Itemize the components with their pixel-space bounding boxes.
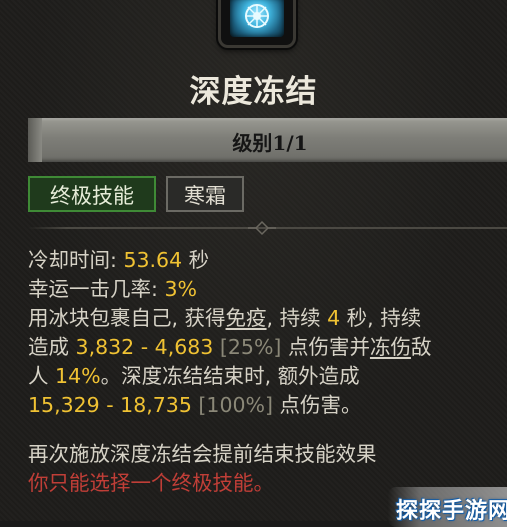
damage-range-2: 15,329 - 18,735 — [28, 393, 192, 417]
bonus-value: 14% — [55, 364, 101, 388]
lucky-hit-line: 幸运一击几率: 3% — [28, 277, 197, 301]
damage-percent-1: [25%] — [213, 335, 282, 359]
lucky-hit-value: 3% — [164, 277, 197, 301]
description-line-3: 人 14%。深度冻结结束时, 额外造成 — [28, 364, 360, 388]
description-line-1: 用冰块包裹自己, 获得免疫, 持续 4 秒, 持续 — [28, 306, 422, 330]
duration-value: 4 — [327, 306, 341, 330]
skill-icon-frame — [218, 0, 296, 48]
recast-note: 再次施放深度冻结会提前结束技能效果 — [28, 442, 377, 466]
watermark: 探探手游网 — [388, 487, 507, 527]
divider-ornament-icon — [248, 220, 276, 236]
rank-bar: 级别1/1 — [28, 118, 507, 162]
damage-range-1: 3,832 - 4,683 — [75, 335, 214, 359]
description-line-4: 15,329 - 18,735 [100%] 点伤害。 — [28, 393, 362, 417]
description-line-2: 造成 3,832 - 4,683 [25%] 点伤害并冻伤敌 — [28, 335, 432, 359]
tag-frost: 寒霜 — [166, 176, 244, 212]
keyword-immune[interactable]: 免疫 — [226, 306, 267, 330]
damage-percent-2: [100%] — [191, 393, 274, 417]
tag-ultimate: 终极技能 — [28, 176, 156, 212]
skill-description: 冷却时间: 53.64 秒 幸运一击几率: 3% 用冰块包裹自己, 获得免疫, … — [28, 246, 507, 498]
keyword-frostbite[interactable]: 冻伤 — [370, 335, 411, 359]
frost-nova-icon — [230, 0, 284, 37]
cooldown-line: 冷却时间: 53.64 秒 — [28, 248, 210, 272]
watermark-text: 探探手游网 — [396, 499, 507, 524]
cooldown-value: 53.64 — [123, 248, 183, 272]
rank-label: 级别1/1 — [232, 131, 308, 155]
skill-name: 深度冻结 — [189, 74, 318, 110]
skill-tooltip: 深度冻结 级别1/1 终极技能 寒霜 冷却时间: 53.64 秒 幸运一击几率:… — [0, 0, 507, 527]
